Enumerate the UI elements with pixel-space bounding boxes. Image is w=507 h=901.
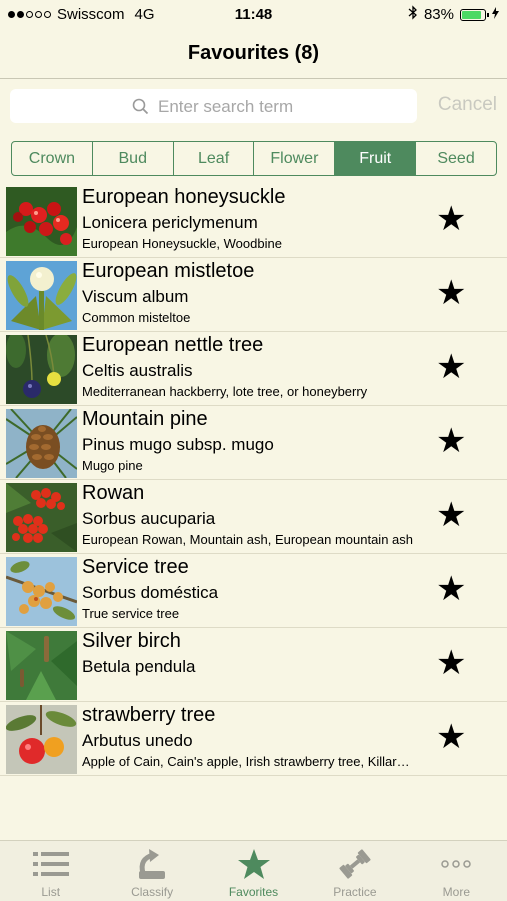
item-common-names: Mediterranean hackberry, lote tree, or h… <box>82 384 368 399</box>
item-latin-name: Viscum album <box>82 287 189 306</box>
item-common-names: Mugo pine <box>82 458 143 473</box>
item-title: Mountain pine <box>82 408 208 430</box>
list-item[interactable]: European mistletoe Viscum album Common m… <box>0 258 507 332</box>
tab-more[interactable]: More <box>406 841 507 901</box>
favourite-star-icon[interactable]: ★ <box>436 498 466 532</box>
cancel-button[interactable]: Cancel <box>438 94 497 116</box>
list-icon <box>0 847 101 881</box>
more-icon <box>406 847 507 881</box>
item-common-names: Apple of Cain, Cain's apple, Irish straw… <box>82 754 410 769</box>
item-common-names: Common misteltoe <box>82 310 191 325</box>
item-latin-name: Sorbus aucuparia <box>82 509 216 528</box>
battery-percent: 83% <box>423 6 454 23</box>
tab-label: Favorites <box>228 885 279 899</box>
charging-icon <box>492 6 499 23</box>
item-title: strawberry tree <box>82 704 216 726</box>
segment-bud[interactable]: Bud <box>93 142 174 175</box>
list-item[interactable]: European nettle tree Celtis australis Me… <box>0 332 507 406</box>
tab-label: List <box>41 885 61 899</box>
list-item[interactable]: Service tree Sorbus doméstica True servi… <box>0 554 507 628</box>
favourite-star-icon[interactable]: ★ <box>436 202 466 236</box>
status-bar: Swisscom 4G 11:48 83% <box>0 0 507 28</box>
segment-fruit[interactable]: Fruit <box>335 142 417 175</box>
tab-label: Practice <box>333 885 377 899</box>
item-common-names: European Rowan, Mountain ash, European m… <box>82 532 413 547</box>
favourite-star-icon[interactable]: ★ <box>436 720 466 754</box>
birch-catkins-thumbnail <box>6 631 77 700</box>
list-item[interactable]: strawberry tree Arbutus unedo Apple of C… <box>0 702 507 776</box>
item-title: Silver birch <box>82 630 181 652</box>
service-tree-fruit-thumbnail <box>6 557 77 626</box>
item-latin-name: Celtis australis <box>82 361 193 380</box>
tab-label: More <box>442 885 470 899</box>
favourite-star-icon[interactable]: ★ <box>436 276 466 310</box>
segment-leaf[interactable]: Leaf <box>174 142 255 175</box>
search-icon <box>132 98 149 120</box>
list-item[interactable]: Rowan Sorbus aucuparia European Rowan, M… <box>0 480 507 554</box>
plant-part-segmented-control: Crown Bud Leaf Flower Fruit Seed <box>11 141 497 176</box>
item-title: European honeysuckle <box>82 186 286 208</box>
favourite-star-icon[interactable]: ★ <box>436 572 466 606</box>
item-latin-name: Lonicera periclymenum <box>82 213 258 232</box>
rowan-berries-thumbnail <box>6 483 77 552</box>
classify-icon <box>101 847 202 881</box>
item-common-names: True service tree <box>82 606 180 621</box>
tab-favorites[interactable]: Favorites <box>203 841 304 901</box>
bluetooth-icon <box>408 5 418 24</box>
segment-crown[interactable]: Crown <box>12 142 93 175</box>
segment-flower[interactable]: Flower <box>254 142 336 175</box>
favourite-star-icon[interactable]: ★ <box>436 350 466 384</box>
dumbbell-icon <box>304 847 405 881</box>
item-title: European nettle tree <box>82 334 264 356</box>
list-item[interactable]: Silver birch Betula pendula ★ <box>0 628 507 702</box>
item-title: European mistletoe <box>82 260 255 282</box>
favourite-star-icon[interactable]: ★ <box>436 424 466 458</box>
tab-bar: List Classify Favorites Practice More <box>0 840 507 901</box>
tab-label: Classify <box>131 885 174 899</box>
item-latin-name: Sorbus doméstica <box>82 583 219 602</box>
battery-icon <box>460 8 489 21</box>
favourite-star-icon[interactable]: ★ <box>436 646 466 680</box>
mistletoe-fruit-thumbnail <box>6 261 77 330</box>
segment-seed[interactable]: Seed <box>416 142 496 175</box>
list-item[interactable]: European honeysuckle Lonicera periclymen… <box>0 184 507 258</box>
item-latin-name: Pinus mugo subsp. mugo <box>82 435 274 454</box>
search-input[interactable] <box>156 93 410 121</box>
search-row: Cancel <box>0 86 507 126</box>
item-title: Rowan <box>82 482 145 504</box>
item-common-names: European Honeysuckle, Woodbine <box>82 236 282 251</box>
list-item[interactable]: Mountain pine Pinus mugo subsp. mugo Mug… <box>0 406 507 480</box>
tab-list[interactable]: List <box>0 841 101 901</box>
navigation-bar: Favourites (8) <box>0 28 507 79</box>
honeysuckle-fruit-thumbnail <box>6 187 77 256</box>
page-title: Favourites (8) <box>187 42 320 64</box>
tab-practice[interactable]: Practice <box>304 841 405 901</box>
pine-cone-thumbnail <box>6 409 77 478</box>
item-latin-name: Betula pendula <box>82 657 196 676</box>
nettle-tree-fruit-thumbnail <box>6 335 77 404</box>
strawberry-tree-fruit-thumbnail <box>6 705 77 774</box>
favourites-list: European honeysuckle Lonicera periclymen… <box>0 184 507 776</box>
item-latin-name: Arbutus unedo <box>82 731 193 750</box>
item-title: Service tree <box>82 556 189 578</box>
search-box[interactable] <box>10 89 417 123</box>
tab-classify[interactable]: Classify <box>101 841 202 901</box>
star-icon <box>203 847 304 881</box>
